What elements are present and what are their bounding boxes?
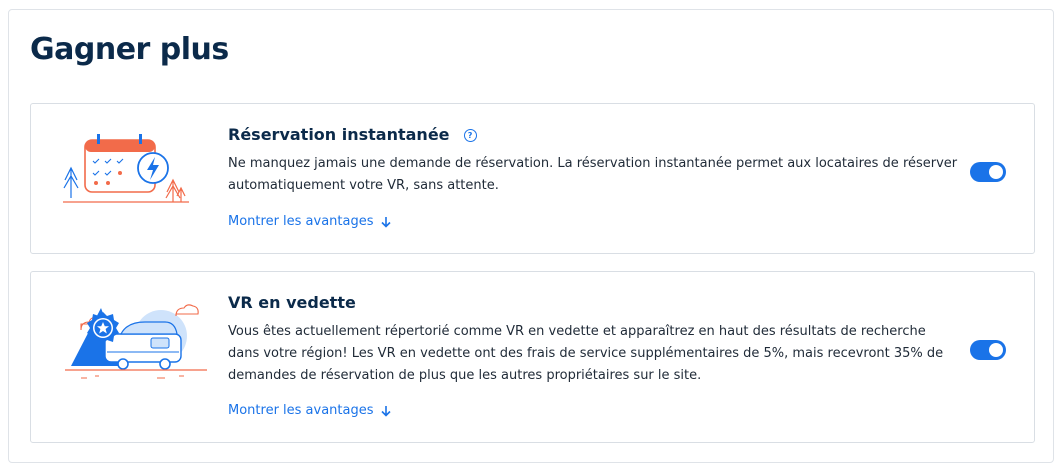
show-benefits-label: Montrer les avantages bbox=[228, 403, 374, 418]
featured-rv-description: Vous êtes actuellement répertorié comme … bbox=[228, 324, 944, 383]
featured-rv-star-illustration bbox=[65, 304, 207, 379]
featured-rv-toggle[interactable] bbox=[970, 340, 1006, 360]
calendar-lightning-illustration bbox=[63, 134, 189, 203]
toggle-knob bbox=[989, 165, 1003, 179]
instant-booking-description: Ne manquez jamais une demande de réserva… bbox=[228, 156, 958, 193]
instant-booking-card: Réservation instantanée? Ne manquez jama… bbox=[30, 103, 1035, 254]
instant-booking-title-text: Réservation instantanée bbox=[228, 125, 450, 144]
earn-more-panel: Gagner plus Réservation instantanée ? Ne… bbox=[8, 9, 1054, 463]
show-benefits-label: Montrer les avantages bbox=[228, 214, 374, 229]
toggle-knob bbox=[989, 343, 1003, 357]
arrow-down-icon bbox=[380, 405, 391, 417]
show-benefits-link[interactable]: Montrer les avantages bbox=[228, 214, 392, 229]
arrow-down-icon bbox=[380, 216, 391, 228]
instant-booking-toggle[interactable] bbox=[970, 162, 1006, 182]
question-circle-icon[interactable]: ? bbox=[463, 129, 477, 142]
featured-rv-title: VR en vedette bbox=[228, 293, 356, 312]
show-benefits-link[interactable]: Montrer les avantages bbox=[228, 403, 392, 418]
instant-booking-title: Réservation instantanée? bbox=[228, 125, 477, 144]
page-title: Gagner plus bbox=[30, 32, 229, 67]
featured-rv-card: VR en vedette Vous êtes actuellement rép… bbox=[30, 271, 1035, 443]
